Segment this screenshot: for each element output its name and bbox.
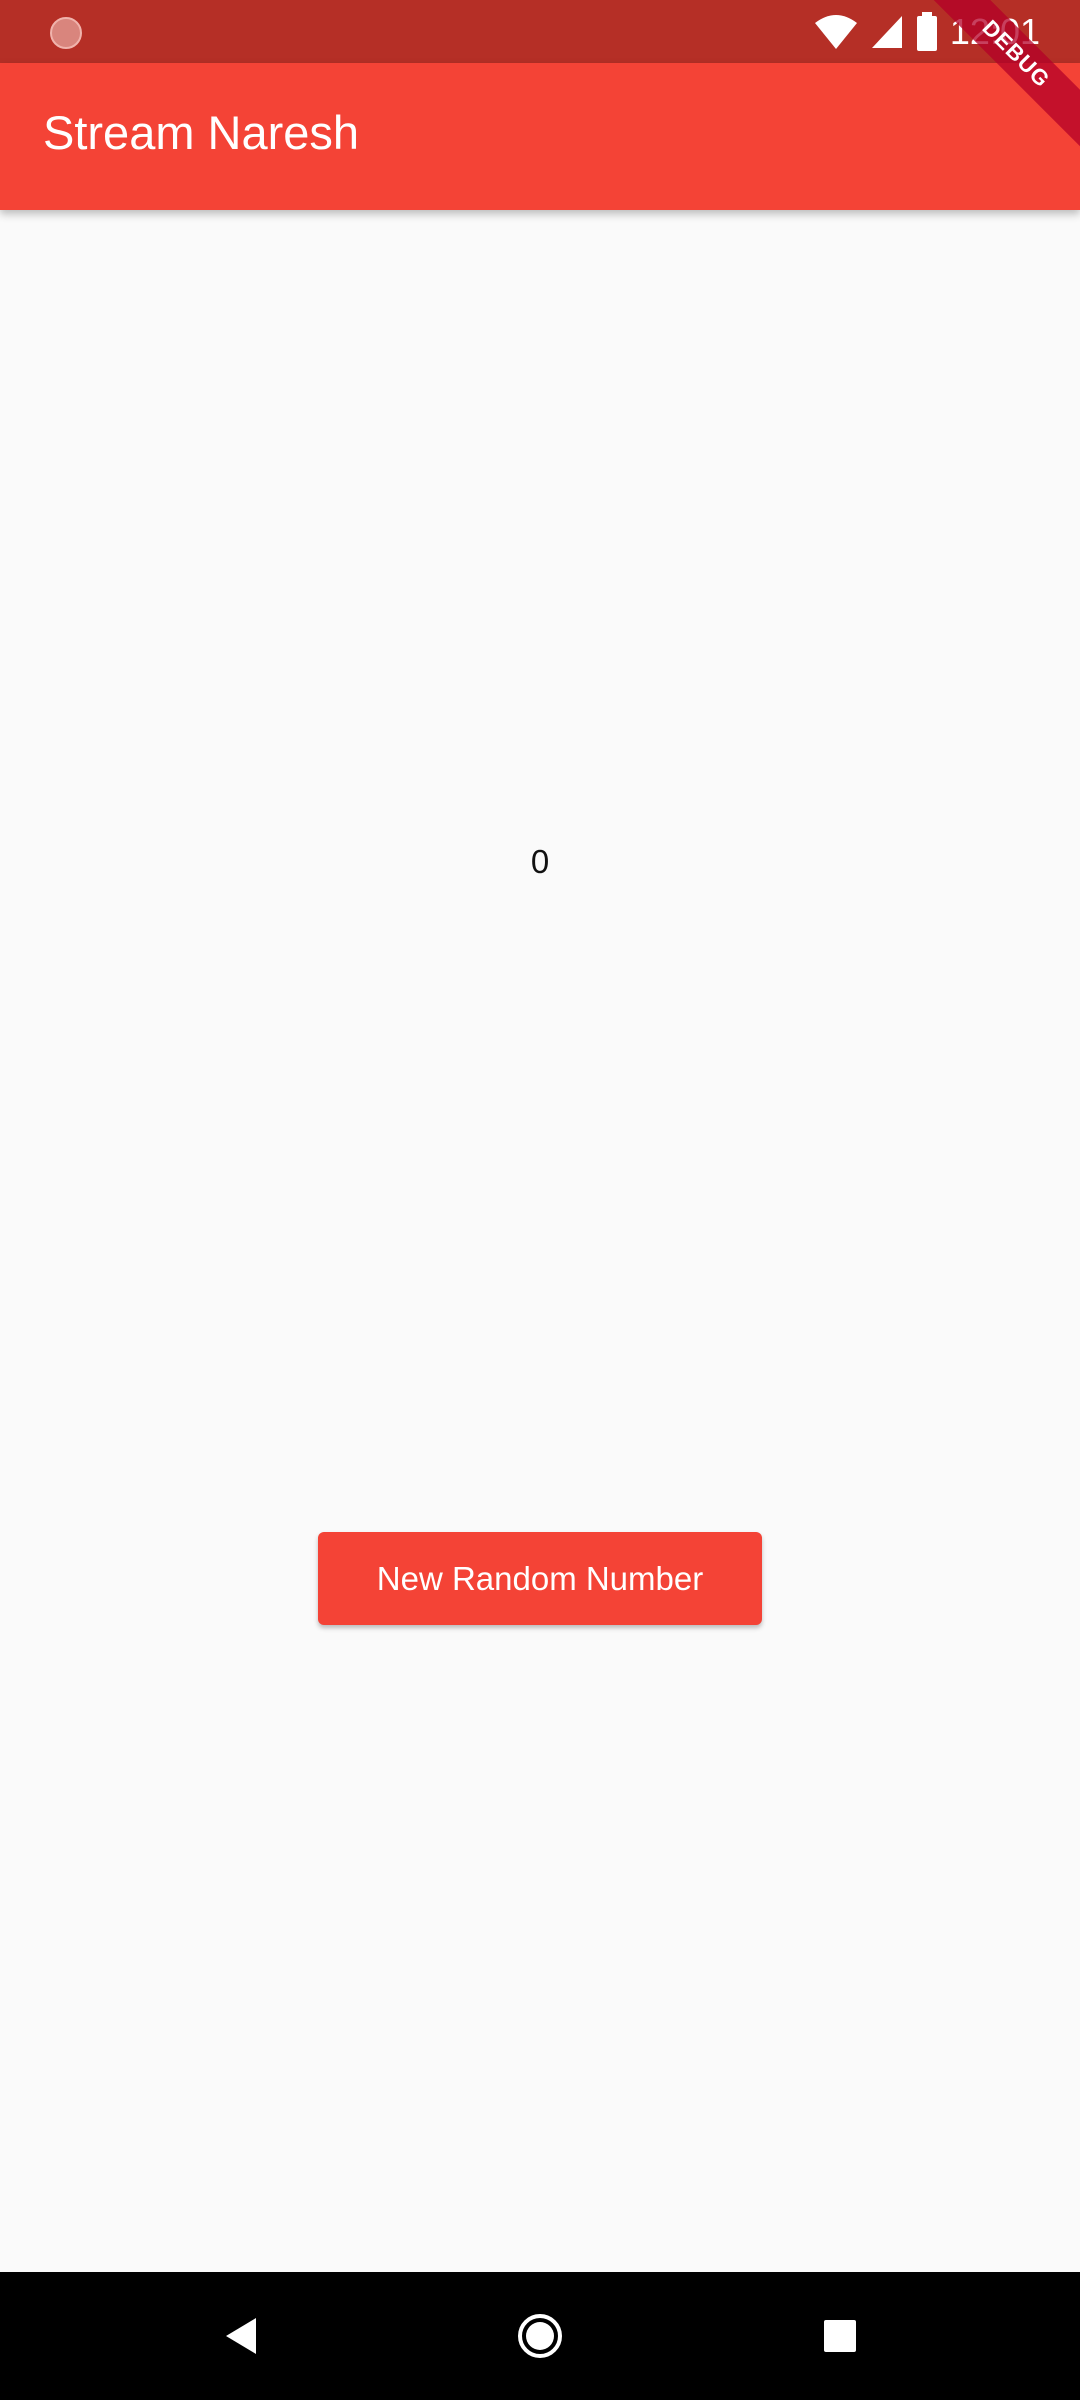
app-bar: Stream Naresh [0,63,1080,210]
status-icons: 12:01 [814,10,1040,54]
back-button[interactable] [208,2304,272,2368]
status-bar: 12:01 [0,0,1080,63]
back-icon [226,2318,256,2354]
status-time: 12:01 [949,11,1040,52]
recents-button[interactable] [808,2304,872,2368]
battery-icon [916,12,937,51]
random-number-display: 0 [530,843,550,880]
recents-icon [824,2320,856,2352]
app-title: Stream Naresh [43,106,360,159]
home-icon [518,2314,562,2358]
system-nav-bar [0,2272,1080,2400]
new-random-number-button[interactable]: New Random Number [318,1532,762,1625]
wifi-icon [814,15,857,49]
home-button[interactable] [508,2304,572,2368]
signal-icon [871,16,902,48]
app-screen: 12:01 Stream Naresh DEBUG 0 New Random N… [0,0,1080,2400]
notification-dot-icon [50,17,82,49]
